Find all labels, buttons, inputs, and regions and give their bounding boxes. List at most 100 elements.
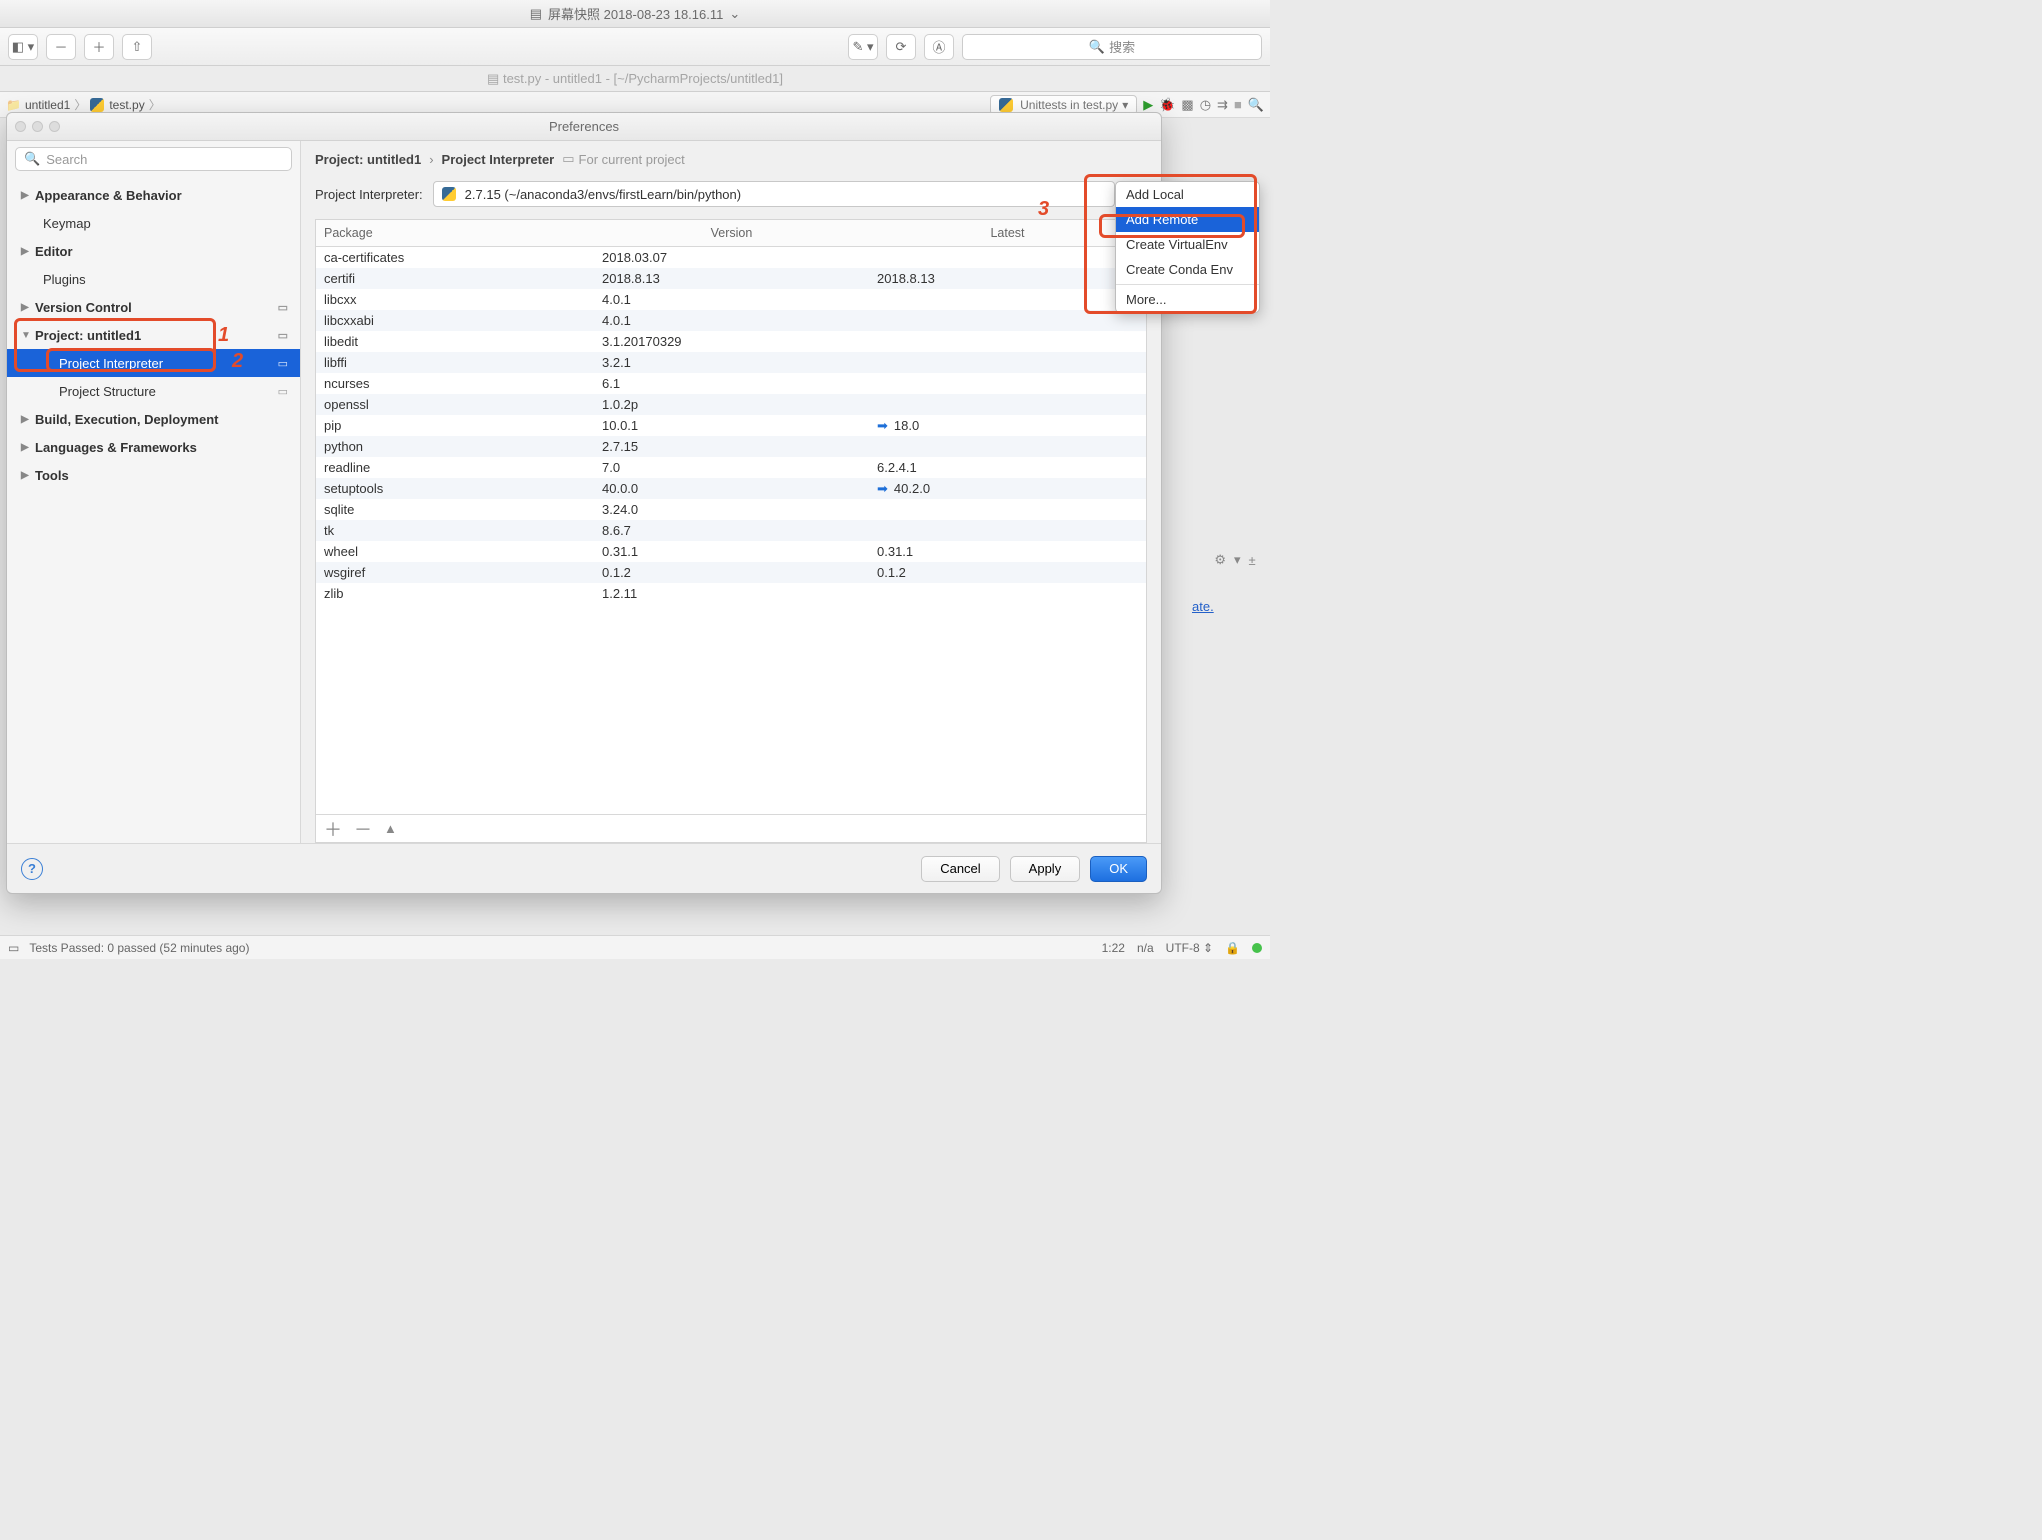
breadcrumb-file[interactable]: test.py (90, 98, 144, 112)
preferences-titlebar[interactable]: Preferences (7, 113, 1161, 141)
zoom-in-button[interactable]: ＋ (84, 34, 114, 60)
tree-tools[interactable]: ▶Tools (7, 461, 300, 489)
status-encoding[interactable]: UTF-8 ⇕ (1166, 941, 1213, 955)
tree-project-structure[interactable]: Project Structure▭ (7, 377, 300, 405)
cancel-button[interactable]: Cancel (921, 856, 999, 882)
tree-lang[interactable]: ▶Languages & Frameworks (7, 433, 300, 461)
cell-package: python (316, 439, 594, 454)
packages-table-footer: ＋ － ▲ (316, 814, 1146, 842)
preferences-tree: ▶Appearance & Behavior Keymap ▶Editor Pl… (7, 177, 300, 843)
col-version[interactable]: Version (594, 220, 869, 246)
remove-package-button[interactable]: － (354, 816, 372, 842)
status-line-sep[interactable]: n/a (1137, 941, 1154, 955)
zoom-out-button[interactable]: － (46, 34, 76, 60)
scope-current-project-icon: ▭ (562, 151, 574, 167)
interpreter-dropdown[interactable]: 2.7.15 (~/anaconda3/envs/firstLearn/bin/… (433, 181, 1115, 207)
breadcrumb-project[interactable]: untitled1 (6, 98, 70, 112)
python-icon (999, 98, 1013, 112)
cell-package: openssl (316, 397, 594, 412)
add-package-button[interactable]: ＋ (324, 816, 342, 842)
cell-version: 2.7.15 (594, 439, 869, 454)
scope-current-project-icon: ▭ (278, 329, 288, 342)
table-row[interactable]: libcxxabi4.0.1 (316, 310, 1146, 331)
help-button[interactable]: ? (21, 858, 43, 880)
tree-plugins[interactable]: Plugins (7, 265, 300, 293)
annotation-box-2 (46, 348, 216, 372)
chevron-down-icon[interactable]: ⌄ (729, 6, 740, 22)
table-row[interactable]: ncurses6.1 (316, 373, 1146, 394)
cell-version: 3.24.0 (594, 502, 869, 517)
status-indicator-icon[interactable] (1252, 943, 1262, 953)
table-row[interactable]: wheel0.31.10.31.1 (316, 541, 1146, 562)
stop-button[interactable]: ■ (1234, 97, 1242, 112)
tree-editor[interactable]: ▶Editor (7, 237, 300, 265)
mac-toolbar: ◧ ▾ － ＋ ⇧ ✎ ▾ ⟳ Ⓐ 🔍 搜索 (0, 28, 1270, 66)
table-row[interactable]: libffi3.2.1 (316, 352, 1146, 373)
run-button[interactable]: ▶ (1143, 97, 1153, 113)
lock-icon[interactable]: 🔒 (1225, 941, 1240, 955)
table-row[interactable]: ca-certificates2018.03.07 (316, 247, 1146, 268)
cell-version: 3.2.1 (594, 355, 869, 370)
packages-table-body[interactable]: ca-certificates2018.03.07certifi2018.8.1… (316, 247, 1146, 814)
sidebar-toggle-button[interactable]: ◧ ▾ (8, 34, 38, 60)
collapse-icon[interactable]: ± (1249, 553, 1256, 568)
cell-package: wheel (316, 544, 594, 559)
annotation-box-3 (1084, 174, 1257, 314)
status-caret-pos[interactable]: 1:22 (1102, 941, 1125, 955)
search-everywhere-icon[interactable]: 🔍 (1248, 97, 1264, 113)
tree-build[interactable]: ▶Build, Execution, Deployment (7, 405, 300, 433)
mac-search-field[interactable]: 🔍 搜索 (962, 34, 1262, 60)
tool-window-options[interactable]: ⚙▾ ± (1200, 548, 1270, 572)
cell-version: 3.1.20170329 (594, 334, 869, 349)
gear-icon[interactable]: ⚙ (1214, 552, 1226, 568)
partial-link-ate[interactable]: ate. (1192, 599, 1214, 614)
upgrade-package-button[interactable]: ▲ (384, 821, 397, 836)
table-row[interactable]: zlib1.2.11 (316, 583, 1146, 604)
tree-vcs[interactable]: ▶Version Control▭ (7, 293, 300, 321)
cell-package: libffi (316, 355, 594, 370)
ide-window-title: ▤ test.py - untitled1 - [~/PycharmProjec… (0, 66, 1270, 92)
cell-package: zlib (316, 586, 594, 601)
cell-package: ca-certificates (316, 250, 594, 265)
cell-version: 0.31.1 (594, 544, 869, 559)
share-button[interactable]: ⇧ (122, 34, 152, 60)
preferences-sidebar: 🔍 Search ▶Appearance & Behavior Keymap ▶… (7, 141, 301, 843)
apply-button[interactable]: Apply (1010, 856, 1081, 882)
cell-version: 2018.03.07 (594, 250, 869, 265)
tool-windows-icon[interactable]: ▭ (8, 941, 19, 955)
table-row[interactable]: libcxx4.0.1 (316, 289, 1146, 310)
preferences-window: Preferences 🔍 Search ▶Appearance & Behav… (6, 112, 1162, 894)
coverage-button[interactable]: ▩ (1181, 97, 1193, 113)
table-row[interactable]: pip10.0.1➡18.0 (316, 415, 1146, 436)
tree-keymap[interactable]: Keymap (7, 209, 300, 237)
col-package[interactable]: Package (316, 220, 594, 246)
cell-package: setuptools (316, 481, 594, 496)
cell-version: 1.0.2p (594, 397, 869, 412)
table-row[interactable]: certifi2018.8.132018.8.13 (316, 268, 1146, 289)
cell-latest: 0.31.1 (869, 544, 1146, 559)
table-row[interactable]: setuptools40.0.0➡40.2.0 (316, 478, 1146, 499)
table-row[interactable]: openssl1.0.2p (316, 394, 1146, 415)
preferences-search-input[interactable]: 🔍 Search (15, 147, 292, 171)
edit-button[interactable]: ✎ ▾ (848, 34, 878, 60)
concurrency-button[interactable]: ⇉ (1217, 97, 1228, 113)
table-row[interactable]: wsgiref0.1.20.1.2 (316, 562, 1146, 583)
profile-button[interactable]: ◷ (1200, 97, 1211, 113)
cell-package: libcxx (316, 292, 594, 307)
interpreter-value: 2.7.15 (~/anaconda3/envs/firstLearn/bin/… (465, 187, 741, 202)
cell-package: sqlite (316, 502, 594, 517)
debug-button[interactable]: 🐞 (1159, 97, 1175, 113)
table-row[interactable]: sqlite3.24.0 (316, 499, 1146, 520)
tree-appearance[interactable]: ▶Appearance & Behavior (7, 181, 300, 209)
table-row[interactable]: tk8.6.7 (316, 520, 1146, 541)
rotate-button[interactable]: ⟳ (886, 34, 916, 60)
cell-latest: 0.1.2 (869, 565, 1146, 580)
table-row[interactable]: libedit3.1.20170329 (316, 331, 1146, 352)
cell-latest: ➡18.0 (869, 418, 1146, 434)
table-row[interactable]: python2.7.15 (316, 436, 1146, 457)
table-row[interactable]: readline7.06.2.4.1 (316, 457, 1146, 478)
ok-button[interactable]: OK (1090, 856, 1147, 882)
python-icon (442, 187, 456, 201)
python-icon (90, 98, 104, 112)
markup-button[interactable]: Ⓐ (924, 34, 954, 60)
